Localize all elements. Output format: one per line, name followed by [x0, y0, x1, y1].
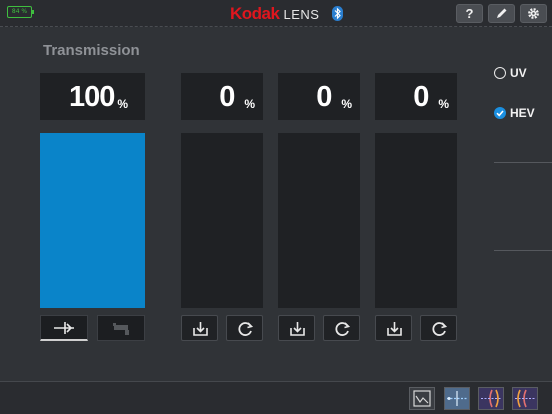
reset-button-4[interactable]	[420, 315, 457, 341]
brand-name: Kodak	[230, 4, 280, 23]
hev-option[interactable]: HEV	[494, 106, 535, 120]
edit-button[interactable]	[488, 4, 515, 23]
page-title: Transmission	[43, 42, 140, 59]
save-button-2[interactable]	[181, 315, 218, 341]
reset-button-2[interactable]	[226, 315, 263, 341]
transmission-bar-3	[278, 133, 360, 308]
light-source-toggle-off[interactable]	[97, 315, 145, 341]
divider	[494, 250, 552, 251]
readout-value: 0	[413, 81, 429, 113]
chart-view-icon	[413, 390, 431, 407]
app-window: 84 % Kodak LENS ? Transmission 100 % 0 %…	[0, 0, 552, 414]
readout-unit: %	[244, 97, 255, 111]
bottom-toolbar	[0, 381, 552, 414]
transmission-readout-4: 0 %	[375, 73, 457, 120]
save-button-4[interactable]	[375, 315, 412, 341]
lens-compare-icon	[481, 389, 501, 408]
transmission-fill	[40, 133, 145, 308]
light-path-button[interactable]	[444, 387, 470, 410]
reset-button-3[interactable]	[323, 315, 360, 341]
help-button[interactable]: ?	[456, 4, 483, 23]
readout-unit: %	[117, 97, 128, 111]
refresh-icon	[432, 322, 448, 336]
gear-icon	[528, 8, 539, 19]
download-icon	[387, 322, 402, 336]
transmission-readout-2: 0 %	[181, 73, 263, 120]
battery-indicator: 84 %	[7, 6, 34, 18]
transmission-readout-3: 0 %	[278, 73, 360, 120]
readout-unit: %	[341, 97, 352, 111]
refresh-icon	[335, 322, 351, 336]
bluetooth-icon	[332, 6, 343, 21]
readout-unit: %	[438, 97, 449, 111]
light-source-toggle-on[interactable]	[40, 315, 88, 341]
save-button-3[interactable]	[278, 315, 315, 341]
pencil-icon	[497, 8, 507, 18]
checkmark-icon	[494, 107, 506, 119]
radio-icon	[494, 67, 506, 79]
brand-logo: Kodak LENS	[230, 4, 319, 24]
uv-option[interactable]: UV	[494, 66, 527, 80]
divider	[494, 162, 552, 163]
transmission-bar-2	[181, 133, 263, 308]
product-name: LENS	[283, 6, 320, 22]
download-icon	[290, 322, 305, 336]
readout-value: 100	[68, 81, 115, 113]
readout-value: 0	[316, 81, 332, 113]
uv-label: UV	[510, 66, 527, 80]
readout-value: 0	[219, 81, 235, 113]
lens-compare-alt-button[interactable]	[512, 387, 538, 410]
light-path-icon	[447, 391, 467, 406]
hev-label: HEV	[510, 106, 535, 120]
transmission-bar-1	[40, 133, 145, 308]
transmission-readout-1: 100 %	[40, 73, 145, 120]
chart-view-button[interactable]	[409, 387, 435, 410]
lens-compare-button[interactable]	[478, 387, 504, 410]
top-bar: 84 % Kodak LENS ?	[0, 0, 552, 27]
settings-button[interactable]	[520, 4, 547, 23]
lens-compare-alt-icon	[515, 389, 535, 408]
transmission-bar-4	[375, 133, 457, 308]
refresh-icon	[238, 322, 254, 336]
download-icon	[193, 322, 208, 336]
